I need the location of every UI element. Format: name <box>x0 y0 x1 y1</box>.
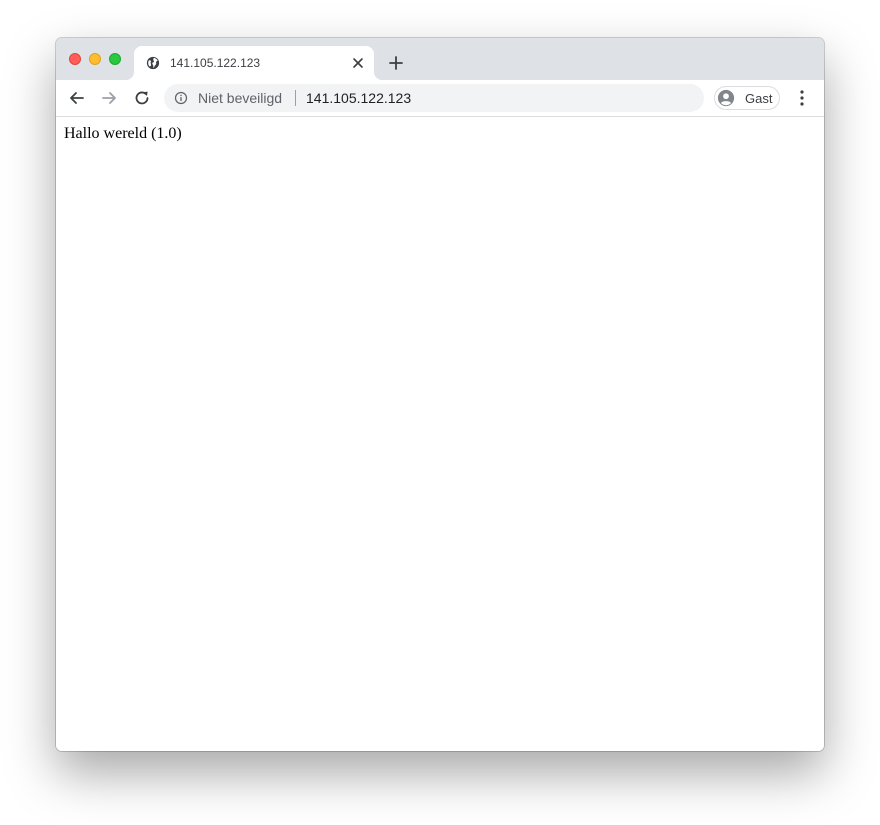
page-text: Hallo wereld (1.0) <box>64 125 182 142</box>
more-vertical-icon[interactable] <box>793 88 811 108</box>
arrow-left-icon[interactable] <box>67 88 87 108</box>
toolbar: Niet beveiligd 141.105.122.123 Gast <box>56 80 824 117</box>
profile-label: Gast <box>745 91 773 106</box>
globe-icon <box>146 56 160 70</box>
page-viewport: Hallo wereld (1.0) <box>56 117 824 751</box>
browser-window: 141.105.122.123 Niet beveiligd 141.105.1… <box>56 38 824 751</box>
title-bar: 141.105.122.123 <box>56 38 824 80</box>
profile-button[interactable]: Gast <box>714 86 780 110</box>
security-status-label[interactable]: Niet beveiligd <box>198 90 282 106</box>
url-text[interactable]: 141.105.122.123 <box>306 90 411 106</box>
tab-title: 141.105.122.123 <box>170 56 261 70</box>
address-bar[interactable]: Niet beveiligd 141.105.122.123 <box>164 84 704 112</box>
plus-icon[interactable] <box>386 53 406 73</box>
person-icon <box>717 89 735 107</box>
reload-icon[interactable] <box>132 88 152 108</box>
address-bar-divider <box>295 90 296 106</box>
tab-active[interactable]: 141.105.122.123 <box>134 46 374 80</box>
close-icon[interactable] <box>350 55 366 71</box>
arrow-right-icon[interactable] <box>99 88 119 108</box>
window-minimize-button[interactable] <box>89 53 101 65</box>
window-maximize-button[interactable] <box>109 53 121 65</box>
info-icon[interactable] <box>174 91 188 105</box>
window-close-button[interactable] <box>69 53 81 65</box>
